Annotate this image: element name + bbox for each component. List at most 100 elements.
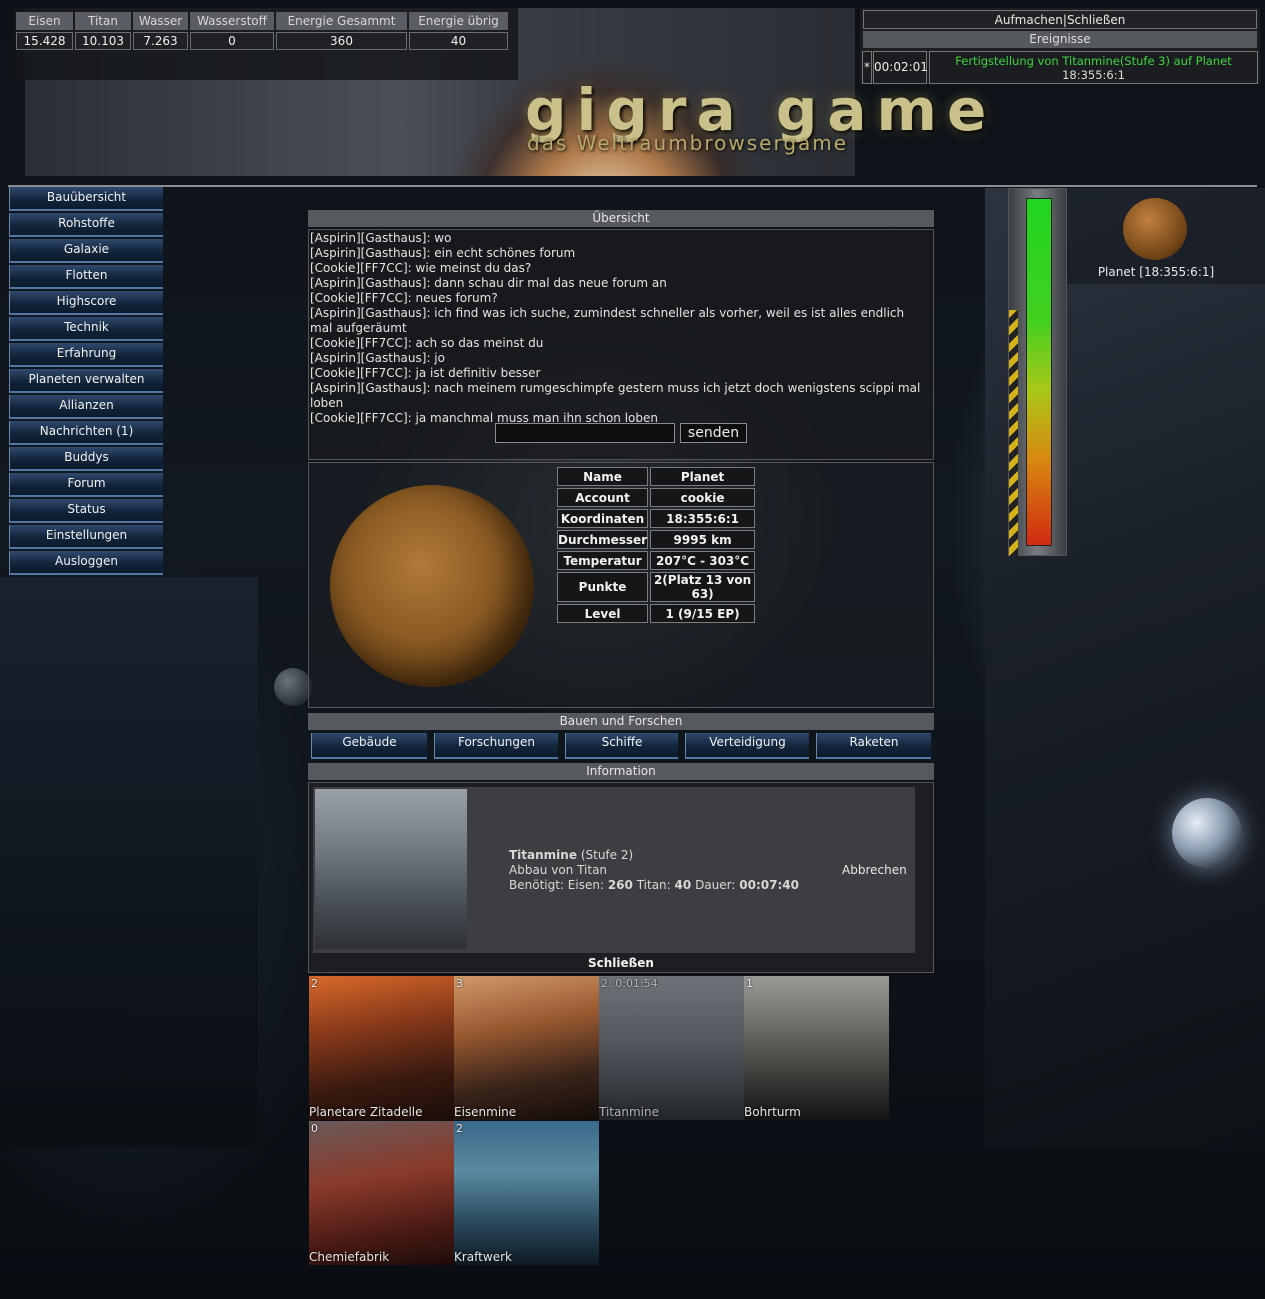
building-tile-label: Kraftwerk: [454, 1250, 512, 1264]
building-tile-zitadelle[interactable]: 2 Planetare Zitadelle: [309, 976, 454, 1120]
tab-verteidigung[interactable]: Verteidigung: [685, 733, 809, 759]
menu-item-bauuebersicht[interactable]: Bauübersicht: [9, 187, 163, 211]
duration-value: 00:07:40: [739, 878, 799, 892]
header-divider: [8, 185, 1257, 187]
menu-item-flotten[interactable]: Flotten: [9, 265, 163, 289]
event-text-line1: Fertigstellung von Titanmine(Stufe 3) au…: [955, 54, 1232, 68]
building-level: 3: [456, 977, 463, 990]
building-tile-titanmine[interactable]: 2: 0:01:54 Titanmine: [599, 976, 744, 1120]
information-title: Information: [308, 763, 934, 780]
overview-title: Übersicht: [308, 210, 934, 227]
resource-value-titan: 10.103: [75, 32, 131, 50]
build-title: Bauen und Forschen: [308, 713, 934, 730]
planet-thumbnail[interactable]: [1123, 198, 1187, 260]
building-tile-kraftwerk[interactable]: 2 Kraftwerk: [454, 1121, 599, 1265]
planet-selector-label[interactable]: Planet [18:355:6:1]: [1067, 265, 1245, 279]
chat-line: [Cookie][FF7CC]: neues forum?: [310, 291, 498, 305]
planet-info-label: Punkte: [557, 572, 649, 602]
menu-item-allianzen[interactable]: Allianzen: [9, 395, 163, 419]
chat-line: [Aspirin][Gasthaus]: ein echt schönes fo…: [310, 246, 576, 260]
moon-decoration: [1172, 798, 1242, 868]
menu-item-erfahrung[interactable]: Erfahrung: [9, 343, 163, 367]
planet-info-label: Name: [557, 467, 649, 486]
cancel-build-link[interactable]: Abbrechen: [842, 863, 907, 877]
chat-line: [Aspirin][Gasthaus]: dann schau dir mal …: [310, 276, 667, 290]
chat-line: [Aspirin][Gasthaus]: jo: [310, 351, 445, 365]
small-moon-decoration: [274, 668, 312, 706]
planet-info-label: Koordinaten: [557, 509, 649, 528]
resource-header-energy-total: Energie Gesammt: [276, 12, 407, 30]
resource-value-hydrogen: 0: [190, 32, 274, 50]
building-level: 2: [456, 1122, 463, 1135]
cost-titan-label: Titan:: [636, 878, 671, 892]
menu-item-highscore[interactable]: Highscore: [9, 291, 163, 315]
menu-item-galaxie[interactable]: Galaxie: [9, 239, 163, 263]
cost-iron: 260: [607, 878, 633, 892]
building-tile-chemiefabrik[interactable]: 0 Chemiefabrik: [309, 1121, 454, 1265]
events-toggle-link[interactable]: Aufmachen|Schließen: [863, 10, 1257, 29]
resource-value-energy-total: 360: [276, 32, 407, 50]
menu-item-rohstoffe[interactable]: Rohstoffe: [9, 213, 163, 237]
building-tile-label: Bohrturm: [744, 1105, 801, 1119]
tab-forschungen[interactable]: Forschungen: [434, 733, 558, 759]
resource-value-water: 7.263: [133, 32, 188, 50]
planet-info-value: 9995 km: [650, 530, 756, 549]
gauge-warning-stripes: [1009, 310, 1018, 556]
building-level: 0: [311, 1122, 318, 1135]
building-description: Abbau von Titan: [509, 863, 608, 877]
menu-item-forum[interactable]: Forum: [9, 473, 163, 497]
planet-info-value: 2(Platz 13 von 63): [650, 572, 756, 602]
information-text: Titanmine (Stufe 2) Abbau von Titan Benö…: [509, 848, 799, 893]
menu-item-buddys[interactable]: Buddys: [9, 447, 163, 471]
resource-value-iron: 15.428: [16, 32, 73, 50]
menu-item-status[interactable]: Status: [9, 499, 163, 523]
resource-header-iron: Eisen: [16, 12, 73, 30]
main-menu: Bauübersicht Rohstoffe Galaxie Flotten H…: [9, 187, 163, 577]
planet-info-label: Temperatur: [557, 551, 649, 570]
tab-schiffe[interactable]: Schiffe: [565, 733, 678, 759]
building-stage: (Stufe 2): [580, 848, 634, 862]
building-tile-eisenmine[interactable]: 3 Eisenmine: [454, 976, 599, 1120]
resource-header-hydrogen: Wasserstoff: [190, 12, 274, 30]
event-text-line2: 18:355:6:1: [1062, 68, 1125, 82]
event-marker: *: [862, 51, 872, 84]
building-level: 2: 0:01:54: [601, 977, 658, 990]
duration-label: Dauer:: [695, 878, 736, 892]
chat-line: [Cookie][FF7CC]: ja ist definitiv besser: [310, 366, 541, 380]
building-tile-label: Chemiefabrik: [309, 1250, 390, 1264]
events-title: Ereignisse: [863, 31, 1257, 48]
menu-item-technik[interactable]: Technik: [9, 317, 163, 341]
planet-info-value: 207°C - 303°C: [650, 551, 756, 570]
planet-info-value: cookie: [650, 488, 756, 507]
menu-item-ausloggen[interactable]: Ausloggen: [9, 551, 163, 575]
cost-titan: 40: [674, 878, 692, 892]
building-tile-bohrturm[interactable]: 1 Bohrturm: [744, 976, 889, 1120]
tab-raketen[interactable]: Raketen: [816, 733, 931, 759]
resource-header-energy-left: Energie übrig: [409, 12, 508, 30]
chat-log: [Aspirin][Gasthaus]: wo [Aspirin][Gastha…: [310, 231, 930, 426]
event-countdown: 00:02:01: [873, 51, 928, 84]
menu-item-nachrichten[interactable]: Nachrichten (1): [9, 421, 163, 445]
resource-header-titan: Titan: [75, 12, 131, 30]
chat-line: [Aspirin][Gasthaus]: ich find was ich su…: [310, 306, 905, 335]
building-tile-label: Titanmine: [599, 1105, 659, 1119]
chat-line: [Aspirin][Gasthaus]: wo: [310, 231, 452, 245]
energy-gauge-fill: [1026, 198, 1052, 546]
menu-item-einstellungen[interactable]: Einstellungen: [9, 525, 163, 549]
chat-input[interactable]: [495, 423, 675, 443]
cost-label: Benötigt: Eisen:: [509, 878, 604, 892]
resource-table: Eisen Titan Wasser Wasserstoff Energie G…: [14, 10, 510, 52]
planet-info-label: Durchmesser: [557, 530, 649, 549]
planet-info-value: 1 (9/15 EP): [650, 604, 756, 623]
building-level: 2: [311, 977, 318, 990]
planet-info-label: Level: [557, 604, 649, 623]
game-tagline: das Weltraumbrowsergame: [527, 131, 849, 155]
building-level: 1: [746, 977, 753, 990]
resource-header-water: Wasser: [133, 12, 188, 30]
chat-send-button[interactable]: senden: [680, 423, 747, 443]
resource-value-energy-left: 40: [409, 32, 508, 50]
planet-info-value: Planet: [650, 467, 756, 486]
close-information-link[interactable]: Schließen: [308, 956, 934, 970]
tab-gebaeude[interactable]: Gebäude: [311, 733, 427, 759]
menu-item-planeten-verwalten[interactable]: Planeten verwalten: [9, 369, 163, 393]
